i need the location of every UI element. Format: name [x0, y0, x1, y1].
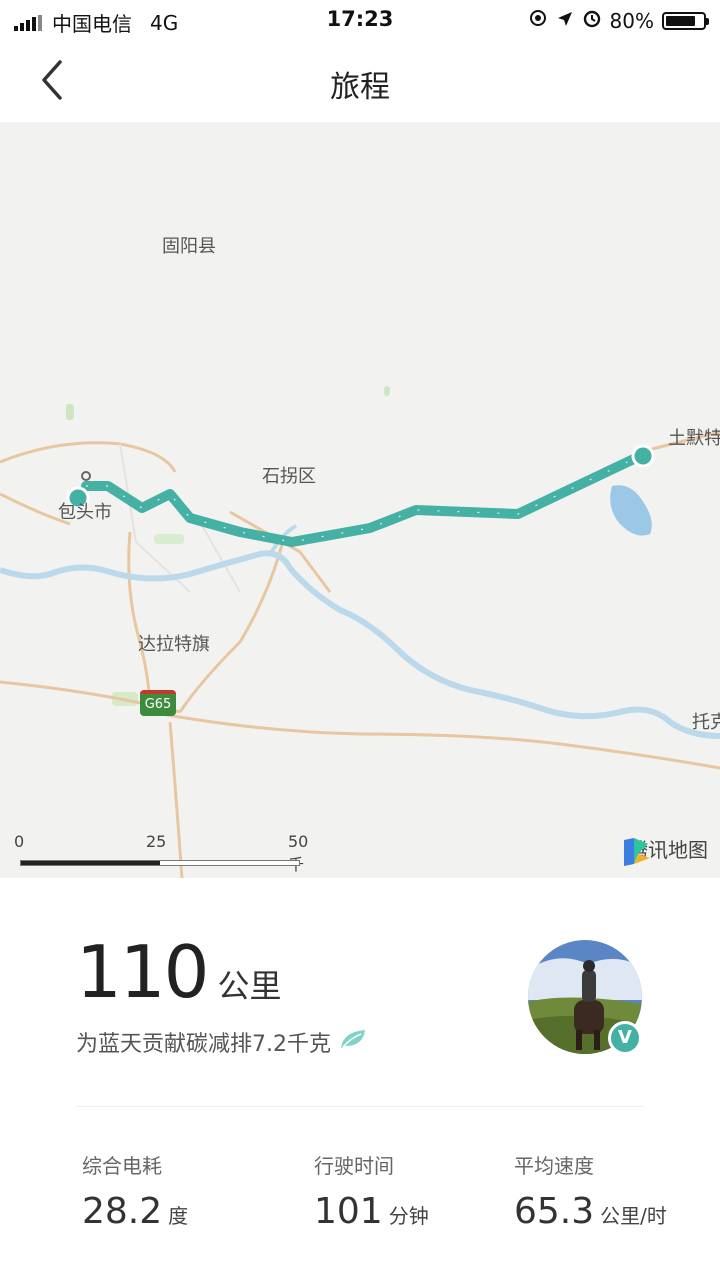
place-label: 达拉特旗 — [138, 634, 210, 655]
distance-unit: 公里 — [217, 967, 282, 1005]
stat-duration: 行驶时间 101 分钟 — [314, 1150, 429, 1232]
location-arrow-icon — [556, 9, 574, 33]
scale-bar — [20, 860, 300, 866]
route-map[interactable]: 固阳县 包头市 石拐区 达拉特旗 土默特 托克 G65 0 25 50 千米 腾… — [0, 122, 720, 878]
alarm-icon — [582, 8, 602, 33]
lake — [610, 485, 652, 536]
place-label: 包头市 — [58, 502, 112, 523]
stat-unit: 公里/时 — [600, 1204, 667, 1228]
place-label: 土默特 — [668, 428, 720, 449]
stat-energy: 综合电耗 28.2 度 — [82, 1150, 188, 1232]
city-dot — [81, 471, 91, 481]
scale-label-zero: 0 — [14, 832, 25, 851]
stat-unit: 分钟 — [388, 1204, 429, 1228]
stat-label: 综合电耗 — [82, 1154, 162, 1178]
stat-value: 65.3 — [514, 1191, 595, 1232]
map-scale: 0 25 50 千米 — [14, 832, 314, 874]
carbon-reduction: 为蓝天贡献碳减排7.2千克 — [76, 1026, 367, 1058]
route-end-marker[interactable] — [631, 444, 655, 468]
verified-badge: V — [608, 1021, 642, 1055]
carbon-text: 为蓝天贡献碳减排7.2千克 — [76, 1032, 331, 1057]
scale-label-end: 50 千米 — [288, 832, 309, 874]
stat-label: 平均速度 — [514, 1154, 594, 1178]
stat-label: 行驶时间 — [314, 1154, 394, 1178]
distance-value: 110 — [76, 930, 209, 1014]
status-bar: 中国电信 4G 17:23 80% — [0, 0, 720, 40]
stat-unit: 度 — [168, 1204, 189, 1228]
stat-value: 101 — [314, 1191, 383, 1232]
road-shield: G65 — [140, 690, 176, 716]
divider — [76, 1106, 644, 1107]
trip-summary: 110 公里 为蓝天贡献碳减排7.2千克 V 综合电耗 28.2 度 行驶时间 — [0, 878, 720, 1280]
distance: 110 公里 — [76, 930, 281, 1014]
nav-bar: 旅程 — [0, 40, 720, 122]
battery-percent: 80% — [609, 8, 654, 33]
battery-icon — [662, 11, 709, 30]
location-lock-icon — [528, 8, 548, 33]
stat-value: 28.2 — [82, 1191, 163, 1232]
place-label: 固阳县 — [162, 236, 216, 257]
scale-label-mid: 25 — [146, 832, 167, 851]
place-label: 托克 — [692, 712, 720, 733]
route-line — [81, 451, 645, 547]
page-title: 旅程 — [330, 70, 390, 105]
map-brand: 腾讯地图 — [620, 834, 708, 866]
leaf-icon — [339, 1028, 367, 1056]
stat-speed: 平均速度 65.3 公里/时 — [514, 1150, 667, 1232]
place-label: 石拐区 — [262, 466, 316, 487]
river — [0, 550, 720, 739]
battery-level — [666, 15, 695, 26]
